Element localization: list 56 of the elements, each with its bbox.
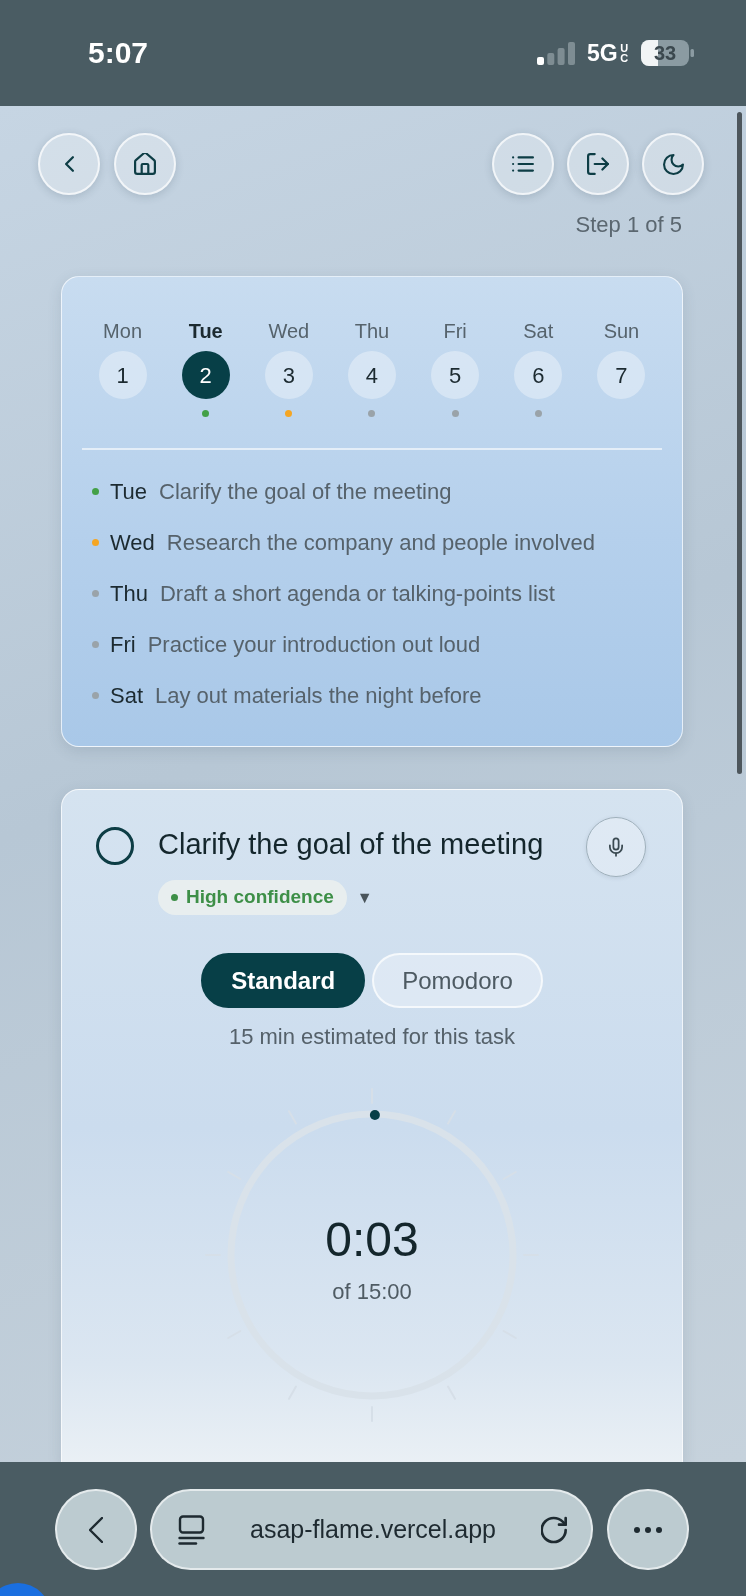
tab-overview-icon (178, 1514, 205, 1545)
step-indicator: Step 1 of 5 (575, 212, 682, 238)
task-checkbox[interactable] (96, 827, 134, 865)
elapsed-time: 0:03 (325, 1212, 419, 1268)
plan-day: Fri (110, 631, 136, 658)
plan-task: Research the company and people involved (166, 529, 595, 556)
mode-tab[interactable]: Pomodoro (372, 953, 543, 1008)
chevron-left-icon (89, 1516, 103, 1543)
date-button[interactable]: 6 (514, 351, 563, 399)
microphone-button[interactable] (586, 817, 646, 877)
plan-day: Tue (110, 478, 148, 505)
day-label: Fri (443, 319, 467, 343)
plan-day: Wed (110, 529, 155, 556)
reload-icon[interactable] (541, 1515, 567, 1544)
plan-day: Sat (110, 682, 144, 709)
day-label: Thu (354, 319, 390, 343)
date-button[interactable]: 4 (348, 351, 396, 399)
task-title: Clarify the goal of the meeting (158, 827, 544, 861)
network-suffix-label: UC (619, 42, 629, 64)
day-label: Sun (603, 319, 640, 343)
day-label: Wed (268, 319, 310, 343)
chevron-left-icon (64, 156, 74, 172)
day-label: Sat (523, 319, 554, 343)
confidence-dot-icon (171, 894, 178, 901)
date-button[interactable]: 7 (597, 351, 646, 399)
ellipsis-icon (634, 1526, 662, 1533)
url-text: asap-flame.vercel.app (249, 1513, 497, 1545)
logout-icon (587, 153, 609, 175)
date-button[interactable]: 5 (431, 351, 480, 399)
progress-thumb[interactable] (369, 1110, 380, 1120)
theme-toggle-button[interactable] (642, 133, 704, 195)
plan-task: Clarify the goal of the meeting (159, 478, 452, 505)
plan-day: Thu (110, 580, 148, 607)
mode-tab[interactable]: Standard (201, 953, 366, 1008)
plan-task: Draft a short agenda or talking-points list (159, 580, 555, 607)
home-button[interactable] (114, 133, 176, 195)
exit-button[interactable] (567, 133, 629, 195)
day-label: Tue (188, 319, 223, 343)
status-time: 5:07 (88, 38, 149, 68)
dropdown-caret[interactable]: ▼ (356, 885, 373, 910)
list-button[interactable] (492, 133, 554, 195)
time-estimate: 15 min estimated for this task (228, 1024, 516, 1050)
address-bar[interactable]: asap-flame.vercel.app (150, 1489, 593, 1570)
total-time: of 15:00 (332, 1279, 412, 1305)
signal-icon (536, 41, 575, 65)
list-icon (512, 156, 534, 172)
moon-icon (662, 153, 684, 175)
network-type: 5G (586, 41, 618, 65)
microphone-icon (609, 837, 623, 857)
plan-task: Practice your introduction out loud (147, 631, 481, 658)
date-button[interactable]: 3 (264, 351, 313, 399)
plan-task: Lay out materials the night before (155, 682, 482, 709)
home-icon (134, 153, 156, 175)
date-button[interactable]: 2 (181, 351, 230, 399)
day-label: Mon (103, 319, 142, 343)
date-button[interactable]: 1 (98, 351, 147, 399)
